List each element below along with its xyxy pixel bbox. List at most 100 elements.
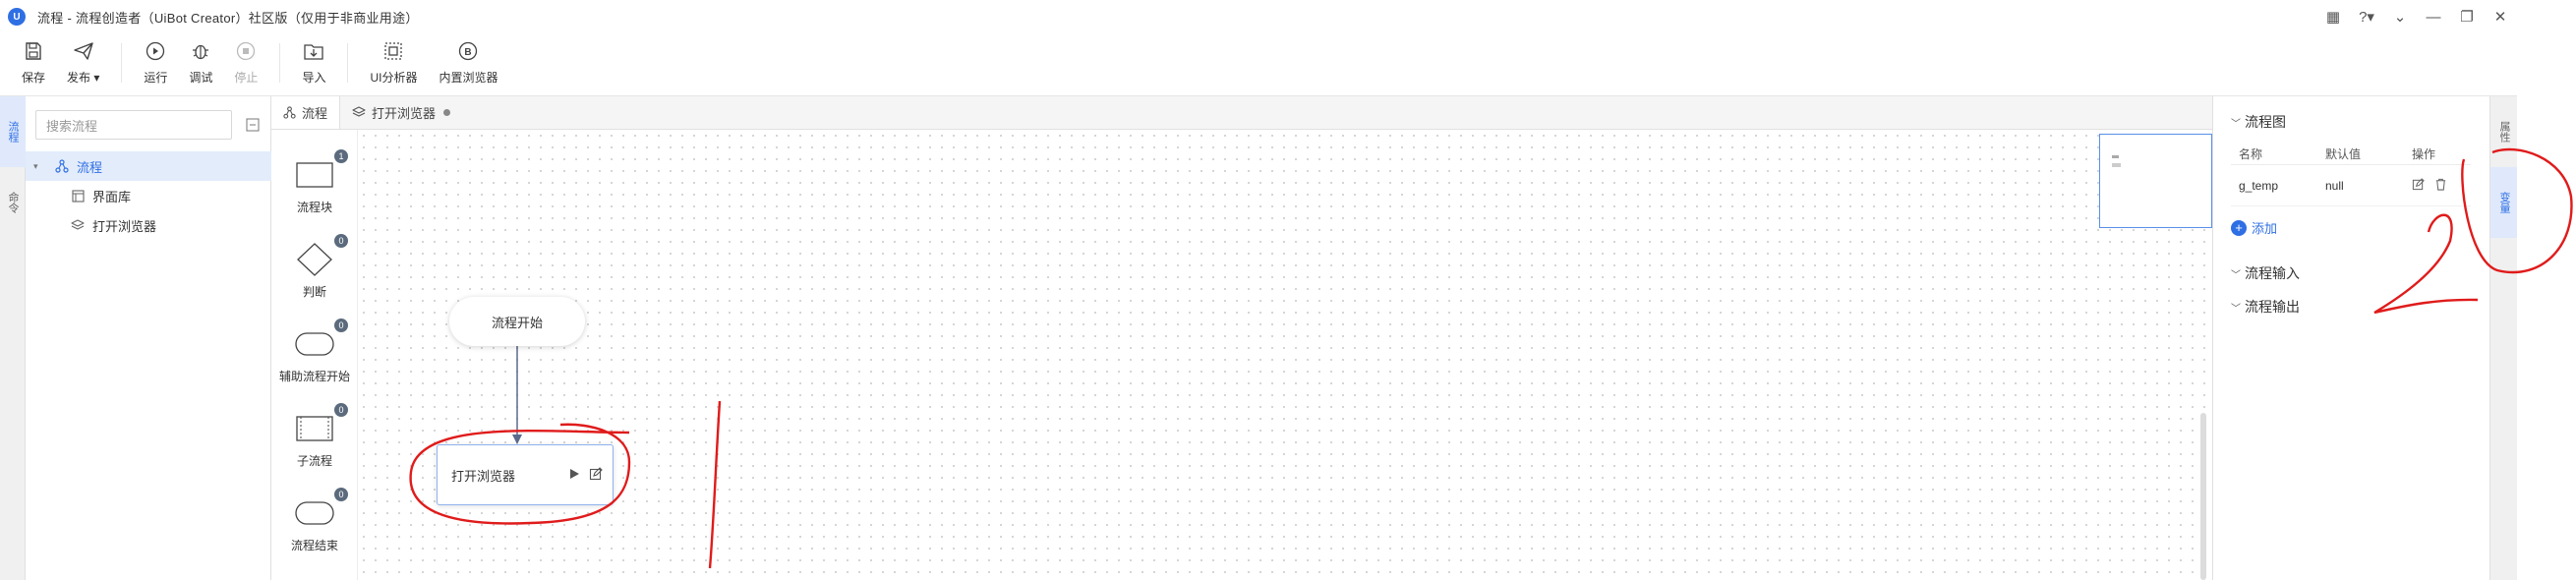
toolbar-divider (279, 43, 281, 83)
chevron-down-icon: ﹀ (2231, 269, 2241, 281)
add-variable-button[interactable]: + 添加 (2231, 218, 2277, 237)
title-bar: U 流程 - 流程创造者（UiBot Creator）社区版（仅用于非商业用途）… (0, 0, 2517, 33)
stop-icon (234, 39, 258, 63)
edit-icon[interactable] (2412, 177, 2425, 194)
layers-icon (69, 216, 87, 234)
side-tab-flow[interactable]: 流程 (0, 96, 26, 167)
stop-button[interactable]: 停止 (234, 33, 258, 86)
component-palette: 1 流程块 0 判断 0 辅助流程开始 0 子流程 0 流程结束 (271, 130, 358, 580)
send-icon (72, 39, 95, 63)
tab-flow[interactable]: 流程 (271, 96, 341, 129)
ui-analyzer-icon (381, 39, 405, 63)
vertical-scrollbar[interactable] (2200, 413, 2206, 580)
toolbar-divider (347, 43, 349, 83)
column-header-default: 默认值 (2325, 147, 2362, 161)
chevron-down-icon: ﹀ (2231, 118, 2241, 130)
connector-arrow (512, 346, 522, 444)
collapse-icon[interactable]: ⌄ (2383, 8, 2417, 26)
app-logo-icon: U (8, 8, 26, 26)
palette-item-decision[interactable]: 0 判断 (271, 234, 358, 300)
flow-block-node[interactable]: 打开浏览器 (437, 444, 614, 505)
flow-canvas[interactable]: 流程开始 打开浏览器 (358, 130, 2212, 580)
variable-name[interactable]: g_temp (2231, 179, 2321, 193)
publish-label: 发布 ▾ (67, 71, 100, 85)
screen-margin (2517, 0, 2576, 580)
properties-panel: ﹀ 流程图 名称 默认值 操作 g_temp null + 添加 ﹀ 流程输入 … (2212, 96, 2489, 580)
palette-item-flow-end[interactable]: 0 流程结束 (271, 488, 358, 553)
tree-item-open-browser[interactable]: 打开浏览器 (26, 210, 271, 240)
flowchart-section-header[interactable]: ﹀ 流程图 (2231, 112, 2286, 132)
flow-inputs-section-header[interactable]: ﹀ 流程输入 (2231, 263, 2300, 283)
close-button[interactable]: ✕ (2484, 8, 2517, 26)
block-actions (567, 467, 603, 484)
palette-label: 判断 (302, 285, 326, 299)
block-label: 打开浏览器 (451, 468, 516, 484)
browser-icon: B (456, 39, 480, 63)
variable-default[interactable]: null (2321, 179, 2412, 193)
publish-button[interactable]: 发布 ▾ (67, 33, 99, 86)
builtin-browser-button[interactable]: B 内置浏览器 (439, 33, 498, 86)
flowchart-icon (283, 106, 296, 119)
tab-label: 打开浏览器 (372, 106, 437, 121)
palette-label: 流程结束 (290, 539, 338, 552)
chevron-down-icon: ﹀ (2231, 303, 2241, 315)
side-tab-commands[interactable]: 命令 (0, 167, 26, 238)
save-icon (22, 39, 45, 63)
bug-icon (189, 39, 212, 63)
count-badge: 0 (334, 234, 348, 248)
delete-icon[interactable] (2434, 178, 2447, 194)
flow-outputs-section-header[interactable]: ﹀ 流程输出 (2231, 297, 2300, 317)
palette-item-aux-start[interactable]: 0 辅助流程开始 (271, 319, 358, 384)
import-label: 导入 (302, 71, 326, 85)
palette-item-subflow[interactable]: 0 子流程 (271, 403, 358, 469)
count-badge: 1 (334, 149, 348, 163)
toolbar-divider (121, 43, 123, 83)
side-tab-variables[interactable]: 变量 (2490, 167, 2518, 238)
ui-analyzer-label: UI分析器 (370, 71, 418, 85)
flowchart-icon (53, 157, 71, 175)
palette-item-flow-block[interactable]: 1 流程块 (271, 149, 358, 215)
count-badge: 0 (334, 319, 348, 332)
run-block-icon[interactable] (567, 467, 581, 484)
ui-analyzer-button[interactable]: UI分析器 (370, 33, 417, 86)
minimize-button[interactable]: — (2417, 9, 2450, 26)
run-label: 运行 (144, 71, 168, 85)
column-header-name: 名称 (2239, 147, 2263, 161)
edit-block-icon[interactable] (589, 467, 603, 484)
diamond-shape-icon (296, 242, 333, 277)
side-tab-properties[interactable]: 属性 (2490, 96, 2518, 167)
row-actions (2412, 177, 2471, 194)
expand-arrow-icon[interactable]: ▾ (33, 161, 43, 172)
window-title: 流程 - 流程创造者（UiBot Creator）社区版（仅用于非商业用途） (37, 10, 419, 26)
right-side-tabs: 属性 变量 (2489, 96, 2518, 580)
section-title: 流程输出 (2245, 299, 2300, 315)
palette-label: 流程块 (296, 201, 332, 214)
minimap[interactable] (2099, 134, 2212, 228)
collapse-all-icon[interactable] (246, 118, 260, 132)
flow-tree-panel: 搜索流程 ▾ 流程 界面库 打开浏览器 (26, 96, 271, 580)
run-button[interactable]: 运行 (144, 33, 167, 86)
tree-item-ui-library[interactable]: 界面库 (26, 181, 271, 210)
play-icon (144, 39, 167, 63)
save-button[interactable]: 保存 (22, 33, 45, 86)
column-header-actions: 操作 (2412, 147, 2436, 161)
layout-icon[interactable]: ▦ (2316, 8, 2350, 26)
tab-open-browser[interactable]: 打开浏览器 (340, 96, 462, 129)
toolbar: 保存 发布 ▾ 运行 调试 停止 导入 UI分析器 B 内置浏览器 (0, 33, 2517, 96)
palette-label: 子流程 (296, 454, 332, 468)
search-input[interactable]: 搜索流程 (35, 110, 232, 140)
debug-button[interactable]: 调试 (189, 33, 212, 86)
start-node[interactable]: 流程开始 (449, 297, 585, 346)
import-button[interactable]: 导入 (302, 33, 325, 86)
unsaved-indicator (443, 109, 451, 116)
window-controls: ▦ ?▾ ⌄ — ❐ ✕ (2316, 0, 2517, 33)
help-icon[interactable]: ?▾ (2350, 8, 2383, 26)
debug-label: 调试 (189, 71, 213, 85)
save-label: 保存 (22, 71, 46, 85)
tree-item-root[interactable]: ▾ 流程 (26, 151, 271, 181)
builtin-browser-label: 内置浏览器 (439, 71, 498, 85)
rounded-shape-icon (295, 326, 334, 362)
palette-label: 辅助流程开始 (278, 370, 350, 383)
restore-button[interactable]: ❐ (2450, 8, 2484, 26)
svg-text:B: B (465, 47, 472, 58)
